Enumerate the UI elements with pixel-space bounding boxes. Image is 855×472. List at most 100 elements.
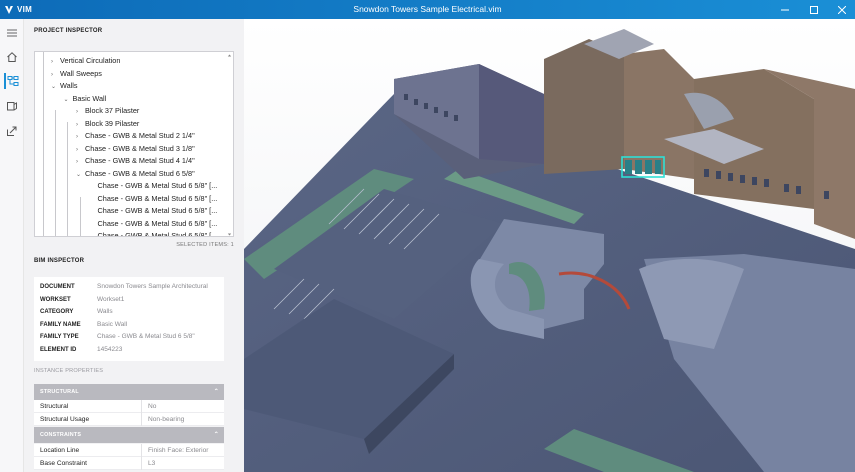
tree-item[interactable]: ⌄ Chase - GWB & Metal Stud 6 5/8" bbox=[76, 168, 195, 180]
tree-chevron-icon[interactable]: › bbox=[76, 156, 85, 168]
menu-button[interactable] bbox=[4, 25, 20, 41]
group-header-label: CONSTRAINTS bbox=[40, 432, 82, 438]
bim-property-value: Workset1 bbox=[97, 295, 125, 303]
project-inspector-title: PROJECT INSPECTOR bbox=[34, 28, 103, 34]
tree-item[interactable]: › Vertical Circulation bbox=[51, 55, 120, 67]
tree-item-label: Block 39 Pilaster bbox=[85, 118, 140, 128]
project-tree[interactable]: › Vertical Circulation › Wall Sweeps ⌄ Walls ⌄… bbox=[34, 51, 234, 237]
selected-items-count: SELECTED ITEMS: 1 bbox=[176, 242, 234, 248]
property-key: Structural bbox=[40, 403, 69, 410]
collapse-icon[interactable]: ⌃ bbox=[214, 384, 219, 400]
tree-item[interactable]: › Chase - GWB & Metal Stud 4 1/4" bbox=[76, 155, 195, 167]
bim-property-key: DOCUMENT bbox=[40, 284, 75, 290]
tree-item-label: Chase - GWB & Metal Stud 6 5/8" [... bbox=[97, 231, 218, 237]
bim-property-key: FAMILY NAME bbox=[40, 321, 81, 328]
tree-item-label: Walls bbox=[60, 81, 78, 90]
bim-property-value: Basic Wall bbox=[97, 320, 128, 328]
tree-item[interactable]: › Chase - GWB & Metal Stud 3 1/8" bbox=[76, 143, 195, 155]
property-value: Finish Face: Exterior bbox=[141, 444, 208, 457]
tree-item[interactable]: › Block 37 Pilaster bbox=[76, 105, 139, 117]
title-bar: VIM Snowdon Towers Sample Electrical.vim bbox=[0, 0, 855, 19]
bim-property-key: WORKSET bbox=[40, 296, 71, 303]
bim-property-row: WORKSET Workset1 bbox=[40, 294, 224, 306]
tree-item-label: Chase - GWB & Metal Stud 6 5/8" [... bbox=[97, 218, 218, 228]
property-row: Base Constraint L3 bbox=[34, 457, 224, 470]
tree-item-label: Basic Wall bbox=[72, 93, 107, 103]
tree-item[interactable]: Chase - GWB & Metal Stud 6 5/8" [... bbox=[89, 205, 218, 217]
tree-chevron-icon[interactable]: › bbox=[76, 106, 85, 118]
home-icon bbox=[7, 52, 17, 62]
close-icon bbox=[838, 5, 846, 14]
bim-property-row: ELEMENT ID 1454223 bbox=[40, 344, 224, 356]
tree-item-label: Wall Sweeps bbox=[60, 68, 102, 78]
building-model-render[interactable] bbox=[244, 19, 855, 472]
tree-item[interactable]: › Block 39 Pilaster bbox=[76, 118, 139, 130]
tree-item-label: Chase - GWB & Metal Stud 6 5/8" [... bbox=[97, 181, 218, 190]
views-button[interactable] bbox=[4, 98, 20, 114]
bim-property-row: CATEGORY Walls bbox=[40, 306, 224, 318]
bim-property-value: Chase - GWB & Metal Stud 6 5/8" bbox=[97, 333, 195, 340]
bim-inspector-title: BIM INSPECTOR bbox=[34, 258, 85, 264]
tree-item-label: Block 37 Pilaster bbox=[85, 106, 140, 115]
group-header-structural[interactable]: STRUCTURAL ⌃ bbox=[34, 384, 224, 400]
3d-viewport[interactable] bbox=[244, 19, 855, 472]
property-value: L3 bbox=[141, 457, 155, 470]
tree-guide-line bbox=[55, 110, 56, 236]
window-title: Snowdon Towers Sample Electrical.vim bbox=[353, 4, 502, 14]
tree-item-label: Chase - GWB & Metal Stud 2 1/4" bbox=[85, 131, 195, 140]
tree-chevron-icon[interactable]: ⌄ bbox=[76, 169, 85, 181]
hierarchy-icon bbox=[7, 76, 19, 86]
tree-item[interactable]: Chase - GWB & Metal Stud 6 5/8" [... bbox=[89, 193, 218, 205]
maximize-icon bbox=[810, 5, 818, 14]
instance-properties-title: INSTANCE PROPERTIES bbox=[34, 368, 104, 374]
property-value: No bbox=[141, 400, 156, 413]
tree-chevron-icon[interactable]: › bbox=[76, 119, 85, 131]
cube-icon bbox=[7, 102, 17, 111]
group-header-label: STRUCTURAL bbox=[40, 389, 79, 395]
maximize-button[interactable] bbox=[803, 0, 825, 19]
property-value: Non-bearing bbox=[141, 413, 184, 426]
property-key: Base Constraint bbox=[40, 460, 87, 467]
tree-chevron-icon[interactable]: › bbox=[51, 56, 60, 68]
minimize-button[interactable] bbox=[774, 0, 796, 19]
tree-item[interactable]: ⌄ Walls bbox=[51, 80, 78, 92]
tree-item[interactable]: › Wall Sweeps bbox=[51, 68, 102, 80]
tree-item[interactable]: Chase - GWB & Metal Stud 6 5/8" [... bbox=[89, 230, 218, 237]
tree-item[interactable]: Chase - GWB & Metal Stud 6 5/8" [... bbox=[89, 180, 218, 192]
bim-inspector-card: DOCUMENT Snowdon Towers Sample Architectu… bbox=[34, 277, 224, 361]
tree-chevron-icon[interactable]: › bbox=[51, 69, 60, 81]
tree-chevron-icon[interactable]: › bbox=[76, 144, 85, 156]
bim-property-value: Snowdon Towers Sample Architectural bbox=[97, 283, 208, 290]
property-row: Structural Usage Non-bearing bbox=[34, 413, 224, 426]
property-row: Structural No bbox=[34, 400, 224, 413]
tree-item-label: Chase - GWB & Metal Stud 6 5/8" bbox=[85, 168, 195, 178]
collapse-icon[interactable]: ⌃ bbox=[214, 427, 219, 443]
tree-chevron-icon[interactable]: ⌄ bbox=[51, 81, 60, 93]
tree-chevron-icon[interactable]: › bbox=[76, 131, 85, 143]
bim-property-key: FAMILY TYPE bbox=[40, 334, 79, 340]
property-key: Structural Usage bbox=[40, 416, 90, 423]
bim-property-value: Walls bbox=[97, 308, 113, 315]
tree-item-label: Chase - GWB & Metal Stud 3 1/8" bbox=[85, 143, 195, 153]
share-button[interactable] bbox=[4, 123, 20, 139]
tree-scrollbar[interactable] bbox=[227, 53, 232, 237]
tree-item-label: Chase - GWB & Metal Stud 6 5/8" [... bbox=[97, 193, 218, 203]
project-inspector-button[interactable] bbox=[4, 73, 20, 89]
close-button[interactable] bbox=[831, 0, 853, 19]
tree-item[interactable]: ⌄ Basic Wall bbox=[64, 93, 107, 105]
bim-property-value: 1454223 bbox=[97, 345, 123, 353]
group-header-constraints[interactable]: CONSTRAINTS ⌃ bbox=[34, 427, 224, 443]
property-row: Location Line Finish Face: Exterior bbox=[34, 444, 224, 457]
tree-item[interactable]: › Chase - GWB & Metal Stud 2 1/4" bbox=[76, 130, 195, 142]
hamburger-icon bbox=[7, 29, 17, 37]
tree-item[interactable]: Chase - GWB & Metal Stud 6 5/8" [... bbox=[89, 218, 218, 230]
bim-property-row: DOCUMENT Snowdon Towers Sample Architectu… bbox=[40, 281, 224, 293]
home-button[interactable] bbox=[4, 49, 20, 65]
tree-chevron-icon[interactable]: ⌄ bbox=[64, 94, 73, 106]
share-icon bbox=[7, 126, 17, 136]
tree-item-label: Vertical Circulation bbox=[60, 56, 121, 65]
bim-property-key: CATEGORY bbox=[40, 309, 74, 315]
tree-item-label: Chase - GWB & Metal Stud 6 5/8" [... bbox=[97, 206, 218, 215]
nav-rail bbox=[0, 19, 24, 472]
bim-property-row: FAMILY NAME Basic Wall bbox=[40, 319, 224, 331]
